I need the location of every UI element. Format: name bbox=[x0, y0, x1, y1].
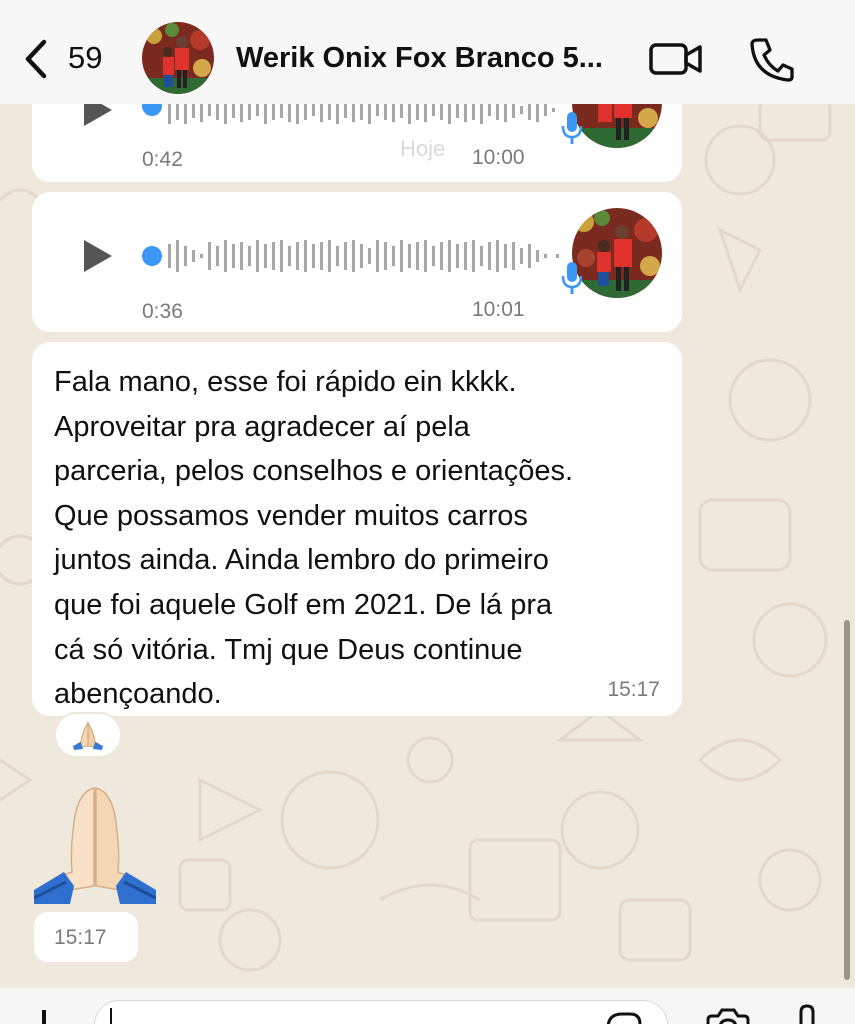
message-time: 15:17 bbox=[607, 678, 660, 701]
sender-avatar bbox=[572, 208, 662, 298]
audio-duration: 0:36 bbox=[142, 300, 183, 323]
date-separator: Hoje bbox=[400, 136, 446, 161]
audio-message[interactable]: 0:36 10:01 bbox=[32, 192, 682, 332]
video-camera-icon[interactable] bbox=[648, 38, 704, 80]
message-time: 10:00 bbox=[472, 146, 525, 169]
camera-icon[interactable] bbox=[704, 1008, 752, 1024]
praying-hands-icon[interactable] bbox=[34, 782, 156, 904]
sticker-icon[interactable] bbox=[604, 1010, 644, 1024]
scrollbar[interactable] bbox=[844, 620, 850, 980]
microphone-icon bbox=[561, 112, 583, 144]
message-reaction[interactable]: 🙏 bbox=[54, 712, 122, 758]
unread-count[interactable]: 59 bbox=[68, 40, 102, 76]
message-time: 10:01 bbox=[472, 298, 525, 321]
message-time: 15:17 bbox=[54, 926, 107, 949]
text-caret bbox=[110, 1008, 112, 1024]
phone-icon[interactable] bbox=[748, 36, 796, 82]
message-input[interactable] bbox=[94, 1000, 668, 1024]
message-body: Fala mano, esse foi rápido ein kkkk. Apr… bbox=[54, 366, 574, 711]
audio-duration: 0:42 bbox=[142, 148, 183, 171]
microphone-icon bbox=[561, 262, 583, 294]
microphone-icon[interactable] bbox=[794, 1004, 820, 1024]
chevron-left-icon[interactable] bbox=[20, 36, 56, 82]
chat-header: 59 Werik Onix Fox Branco 5... bbox=[0, 0, 855, 104]
praying-hands-icon bbox=[73, 721, 103, 750]
contact-avatar[interactable] bbox=[142, 22, 214, 94]
text-message[interactable]: Fala mano, esse foi rápido ein kkkk. Apr… bbox=[32, 342, 682, 716]
contact-name[interactable]: Werik Onix Fox Branco 5... bbox=[236, 42, 632, 75]
play-icon[interactable] bbox=[80, 238, 116, 274]
emoji-time-badge: 15:17 bbox=[34, 912, 138, 962]
audio-waveform[interactable] bbox=[142, 236, 572, 276]
plus-icon[interactable] bbox=[30, 1008, 58, 1024]
